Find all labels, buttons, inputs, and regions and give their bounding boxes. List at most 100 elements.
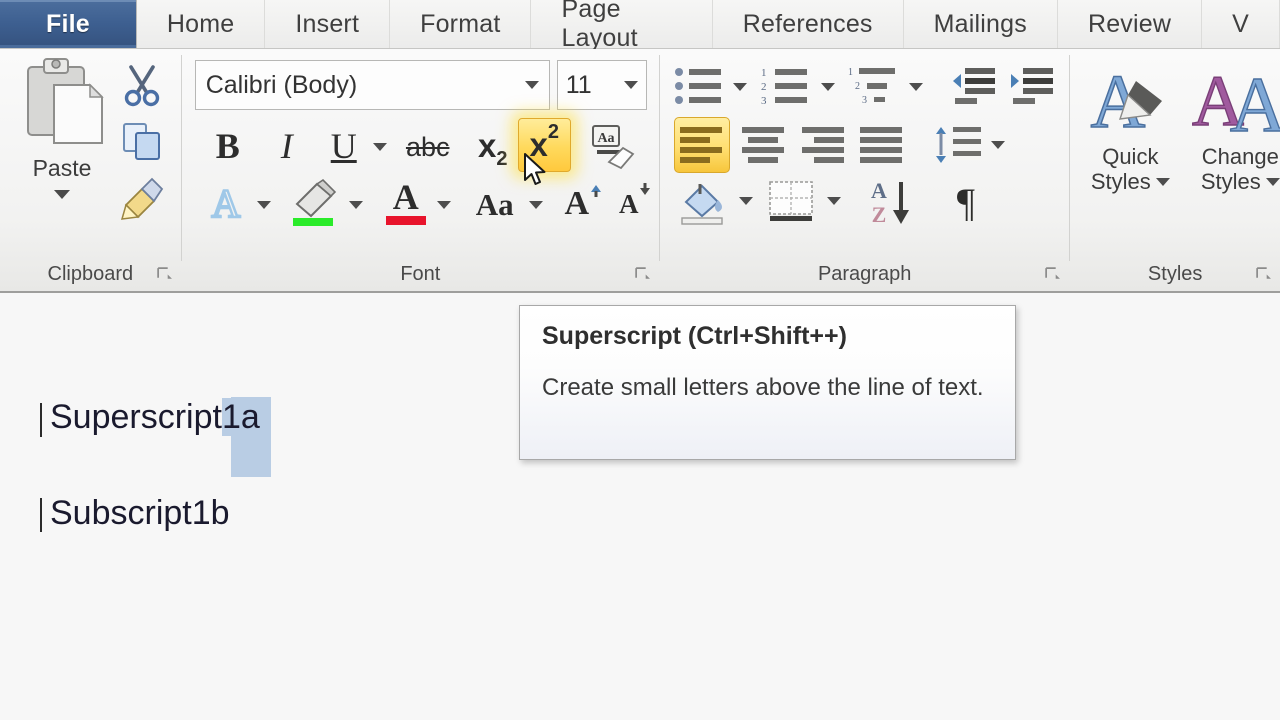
svg-text:2: 2: [761, 81, 767, 93]
document-line-2[interactable]: Subscript1b: [50, 494, 230, 533]
shrink-font-button[interactable]: A: [612, 179, 660, 229]
numbering-dropdown-button[interactable]: [818, 77, 838, 97]
font-size-combobox[interactable]: 11: [556, 60, 647, 110]
tooltip-body: Create small letters above the line of t…: [542, 374, 984, 401]
text-effects-dropdown-button[interactable]: [254, 195, 274, 215]
text-caret: [40, 403, 42, 437]
change-styles-button[interactable]: A A Change Styles: [1188, 61, 1280, 194]
multilevel-caret-icon: [908, 83, 923, 91]
tab-page-layout[interactable]: Page Layout: [531, 0, 713, 52]
clipboard-group-body: Paste: [0, 49, 181, 257]
shading-button[interactable]: [676, 177, 730, 227]
borders-dropdown-button[interactable]: [824, 191, 844, 211]
multilevel-list-dropdown-button[interactable]: [906, 77, 926, 97]
line-spacing-dropdown-button[interactable]: [988, 135, 1008, 155]
borders-button[interactable]: [764, 177, 818, 227]
quick-styles-label-row2: Styles: [1091, 169, 1170, 195]
grow-font-letter: A: [564, 185, 589, 222]
scissors-icon: [124, 65, 160, 107]
bold-button[interactable]: B: [205, 121, 251, 171]
font-size-caret-icon[interactable]: [623, 81, 638, 89]
align-center-button[interactable]: [738, 121, 790, 169]
font-name-caret-icon[interactable]: [524, 81, 539, 89]
tab-file-label: File: [46, 9, 90, 38]
show-formatting-marks-button[interactable]: ¶: [940, 175, 992, 229]
paragraph-dialog-launcher-icon[interactable]: [1044, 266, 1061, 283]
change-case-dropdown-button[interactable]: [526, 195, 546, 215]
tab-view[interactable]: V: [1202, 0, 1280, 48]
bullets-button[interactable]: [672, 63, 726, 109]
grow-font-button[interactable]: A: [560, 179, 608, 229]
strikethrough-label: abc: [405, 131, 450, 162]
numbering-button[interactable]: 1 2 3: [758, 63, 814, 109]
font-dialog-launcher-icon[interactable]: [634, 266, 651, 283]
paintbrush-icon: [120, 177, 164, 220]
shading-caret-icon: [738, 197, 753, 205]
tab-insert[interactable]: Insert: [265, 0, 391, 48]
line-spacing-button[interactable]: [932, 121, 984, 169]
text-effects-caret-icon: [256, 201, 271, 209]
quick-styles-caret-icon[interactable]: [1155, 177, 1170, 186]
change-styles-label-line1: Change: [1201, 144, 1279, 169]
tab-page-layout-label: Page Layout: [561, 0, 638, 52]
styles-group-label-row: Styles: [1070, 257, 1280, 291]
document-line-1-selected: 1a: [221, 398, 260, 436]
svg-text:A: A: [1230, 61, 1280, 145]
text-highlight-color-button[interactable]: [286, 177, 342, 229]
copy-button[interactable]: [120, 119, 166, 165]
document-line-1[interactable]: Superscript1a: [50, 398, 260, 437]
decrease-indent-button[interactable]: [950, 65, 998, 109]
tab-mailings-label: Mailings: [933, 9, 1027, 38]
format-painter-button[interactable]: [120, 175, 166, 221]
paste-dropdown-caret-icon[interactable]: [54, 190, 70, 199]
clipboard-dialog-launcher-icon[interactable]: [156, 266, 173, 283]
underline-dropdown-button[interactable]: [370, 137, 390, 157]
tab-format[interactable]: Format: [390, 0, 532, 48]
bullets-dropdown-button[interactable]: [730, 77, 750, 97]
multilevel-list-button[interactable]: 1 2 3: [846, 63, 902, 109]
tab-home[interactable]: Home: [136, 0, 266, 48]
paste-icon: [27, 58, 104, 144]
highlighter-icon: [292, 178, 336, 226]
cut-button[interactable]: [120, 63, 166, 109]
increase-indent-button[interactable]: [1008, 65, 1056, 109]
font-group-label: Font: [400, 262, 441, 285]
tab-references[interactable]: References: [712, 0, 904, 48]
font-name-combobox[interactable]: Calibri (Body): [194, 60, 550, 110]
font-color-dropdown-button[interactable]: [434, 195, 454, 215]
ribbon-group-font: Calibri (Body) 11 B I U abc x 2 x 2 Aa A…: [182, 49, 659, 291]
styles-dialog-launcher-icon[interactable]: [1255, 266, 1272, 283]
svg-text:A: A: [871, 178, 887, 203]
text-effects-button[interactable]: A: [202, 179, 250, 227]
ribbon-group-styles: A Quick Styles A A Change Styles Styles: [1070, 49, 1280, 291]
paste-button[interactable]: Paste: [14, 55, 110, 221]
clear-formatting-button[interactable]: Aa: [586, 119, 638, 171]
tab-mailings[interactable]: Mailings: [903, 0, 1058, 48]
tab-file[interactable]: File: [0, 0, 137, 48]
shading-dropdown-button[interactable]: [736, 191, 756, 211]
tab-review-label: Review: [1087, 9, 1172, 38]
justify-button[interactable]: [856, 121, 908, 169]
underline-button[interactable]: U: [321, 121, 367, 171]
italic-button[interactable]: I: [264, 121, 310, 171]
ribbon-group-paragraph: 1 2 3 1 2 3 A Z ¶ Paragraph: [660, 49, 1069, 291]
align-left-button[interactable]: [673, 117, 730, 173]
change-styles-caret-icon[interactable]: [1265, 177, 1280, 186]
quick-styles-button[interactable]: A Quick Styles: [1078, 61, 1182, 194]
change-case-button[interactable]: Aa: [466, 183, 524, 227]
strikethrough-button[interactable]: abc: [400, 127, 456, 167]
highlight-dropdown-button[interactable]: [346, 195, 366, 215]
ribbon-tab-bar: File Home Insert Format Page Layout Refe…: [0, 0, 1280, 52]
numbering-caret-icon: [820, 83, 835, 91]
tab-review[interactable]: Review: [1057, 0, 1203, 48]
change-styles-label-row2: Styles: [1201, 169, 1280, 195]
svg-text:Z: Z: [872, 202, 887, 227]
sort-button[interactable]: A Z: [864, 175, 918, 229]
subscript-button[interactable]: x 2: [470, 123, 516, 170]
font-color-button[interactable]: A: [380, 177, 432, 229]
styles-group-body: A Quick Styles A A Change Styles: [1070, 49, 1280, 257]
text-caret-line2: [40, 498, 42, 532]
align-right-button[interactable]: [798, 121, 850, 169]
svg-text:2: 2: [855, 81, 860, 92]
line-spacing-icon: [935, 127, 981, 163]
